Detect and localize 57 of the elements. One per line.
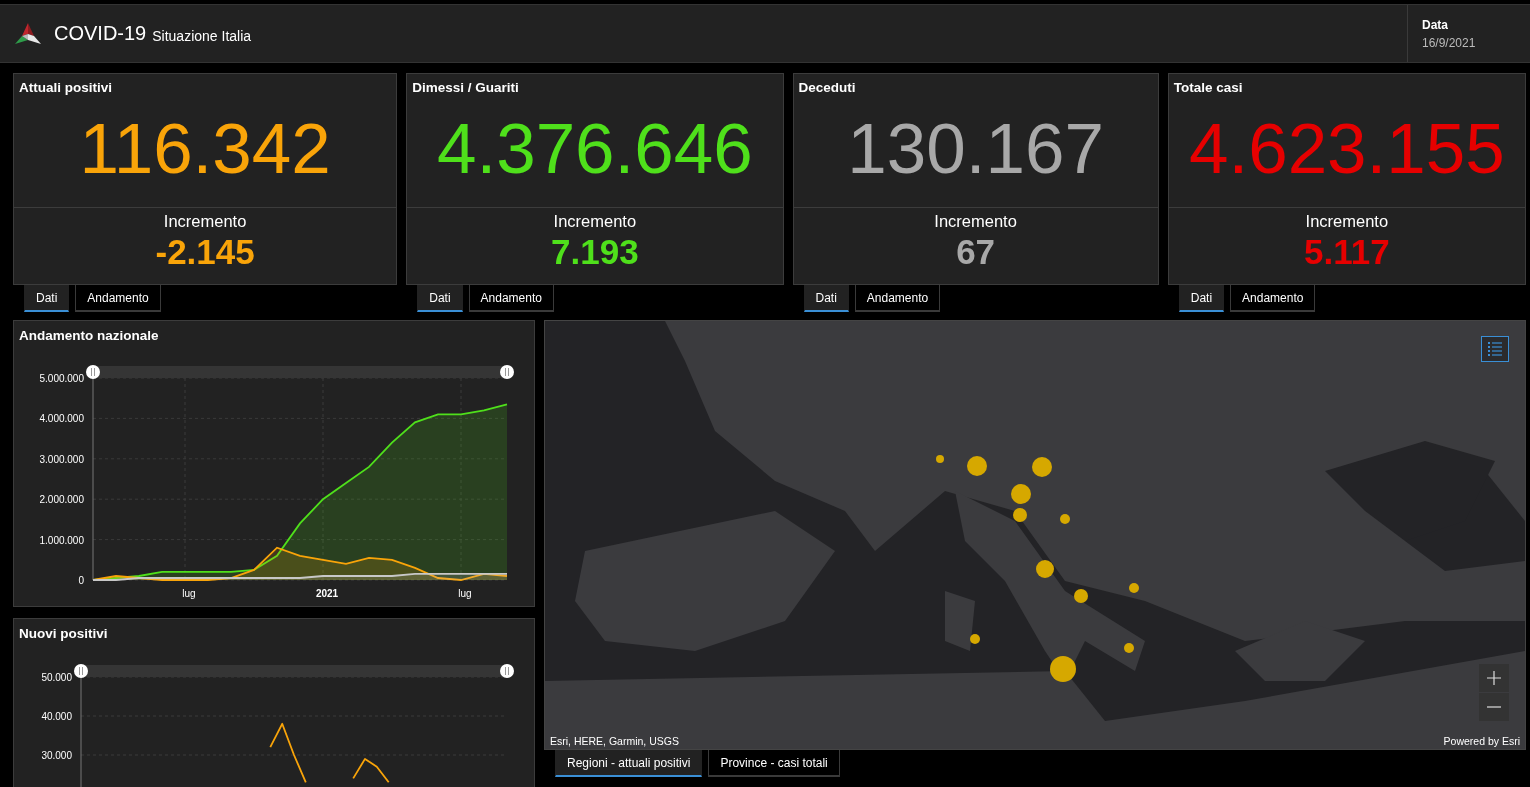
increment-value: -2.145 — [154, 231, 256, 273]
slider-handle[interactable] — [500, 365, 514, 379]
tab[interactable]: Andamento — [75, 285, 161, 312]
slider-handle[interactable] — [500, 664, 514, 678]
stat-value: 4.376.646 — [435, 113, 754, 184]
axis-label: 4.000.000 — [39, 413, 84, 425]
axis-label: 2.000.000 — [39, 494, 84, 506]
tab[interactable]: Dati — [417, 285, 463, 312]
tab[interactable]: Province - casi totali — [708, 750, 840, 777]
plus-icon — [1487, 671, 1501, 685]
chart-title: Nuovi positivi — [18, 625, 109, 643]
increment-label: Incremento — [162, 212, 248, 231]
card-title: Attuali positivi — [18, 79, 113, 95]
card-title: Deceduti — [797, 79, 857, 95]
app-subtitle: Situazione Italia — [152, 27, 252, 44]
increment-value: 5.117 — [1303, 231, 1391, 273]
axis-label: 1.000.000 — [39, 534, 84, 546]
tab[interactable]: Dati — [1178, 285, 1225, 312]
increment-label: Incremento — [933, 212, 1018, 231]
card-title: Totale casi — [1172, 79, 1244, 95]
axis-label: 2021 — [315, 588, 339, 599]
zoom-in-button[interactable] — [1479, 664, 1509, 692]
tab[interactable]: Dati — [24, 285, 70, 312]
map-attribution: Esri, HERE, Garmin, USGS — [550, 735, 679, 747]
tab[interactable]: Andamento — [468, 285, 554, 312]
axis-label: lug — [458, 588, 472, 599]
axis-label: 40.000 — [41, 711, 72, 722]
zoom-out-button[interactable] — [1479, 693, 1509, 721]
axis-label: 30.000 — [41, 750, 72, 761]
tab[interactable]: Regioni - attuali positivi — [555, 750, 703, 777]
slider-handle[interactable] — [86, 365, 100, 379]
powered-by-text: Powered by Esri — [1443, 735, 1520, 747]
date-value: 16/9/2021 — [1422, 35, 1477, 50]
increment-label: Incremento — [552, 212, 638, 231]
axis-label: 50.000 — [41, 672, 72, 683]
increment-label: Incremento — [1304, 212, 1390, 231]
date-label: Data — [1422, 17, 1449, 32]
slider-handle[interactable] — [74, 664, 88, 678]
tab[interactable]: Andamento — [1230, 285, 1316, 312]
legend-button[interactable] — [1481, 336, 1509, 362]
increment-value: 67 — [955, 231, 997, 273]
card-title: Dimessi / Guariti — [411, 79, 520, 95]
stat-value: 116.342 — [78, 113, 332, 184]
stat-value: 130.167 — [846, 113, 1105, 184]
tab[interactable]: Dati — [803, 285, 849, 312]
axis-label: 0 — [78, 575, 84, 586]
axis-label: lug — [182, 588, 196, 599]
chart-title: Andamento nazionale — [18, 327, 160, 345]
logo-icon — [14, 21, 42, 46]
stat-value: 4.623.155 — [1187, 113, 1506, 184]
minus-icon — [1487, 706, 1501, 708]
increment-value: 7.193 — [550, 231, 640, 273]
axis-label: 3.000.000 — [39, 453, 84, 465]
axis-label: 5.000.000 — [39, 373, 84, 384]
tab[interactable]: Andamento — [854, 285, 941, 312]
app-title: COVID-19 — [54, 22, 147, 45]
list-icon — [1487, 342, 1503, 356]
